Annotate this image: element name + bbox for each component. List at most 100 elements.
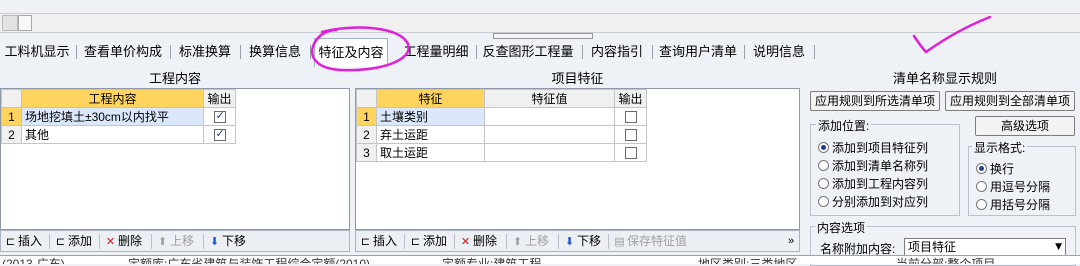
work-content-table: 工程内容 输出 1 场地挖填土±30cm以内找平 2 其他 [1,89,236,144]
item-features-toolbar: ⊏ 插入 ⊏ 添加 ✕ 删除 ⬆ 上移 ⬇ 下移 ▤ 保存特征值 » [355,230,800,252]
feature-cell[interactable]: 土壤类别 [376,107,485,126]
toolbar-overflow-chevron-icon[interactable]: » [788,232,794,251]
tab-content-guide[interactable]: 内容指引 [588,38,646,66]
tab-material-display[interactable]: 工料机显示 [2,38,72,66]
delete-button[interactable]: ✕ 删除 [103,232,142,251]
insert-button[interactable]: ⊏ 插入 [358,232,397,251]
tab-query-user-list[interactable]: 查询用户清单 [658,38,738,66]
advanced-options-button[interactable]: 高级选项 [975,116,1075,136]
table-row[interactable]: 3 取土运距 [356,143,647,162]
radio-comma-separated[interactable]: 用逗号分隔 [976,178,1050,195]
move-down-button[interactable]: ⬇ 下移 [207,232,246,251]
delete-x-icon: ✕ [105,235,116,248]
table-row[interactable]: 2 弃土运距 [356,125,647,144]
tab-standard-conversion[interactable]: 标准换算 [176,38,234,66]
item-features-title: 项目特征 [551,71,604,86]
row-number-header [1,89,22,108]
feature-cell[interactable]: 弃土运距 [376,125,485,144]
work-content-grid: 工程内容 输出 1 场地挖填土±30cm以内找平 2 其他 [0,88,350,230]
tab-bar: 工料机显示 查看单价构成 标准换算 换算信息 特征及内容 工程量明细 反查图形工… [0,38,1080,67]
apply-rule-all-button[interactable]: 应用规则到全部清单项 [945,91,1075,111]
save-feature-values-button[interactable]: ▤ 保存特征值 [612,232,687,251]
add-button[interactable]: ⊏ 添加 [408,232,447,251]
row-number: 1 [356,107,377,126]
insert-button[interactable]: ⊏ 插入 [3,232,42,251]
insert-icon: ⊏ [5,235,16,248]
radio-add-to-respective-columns[interactable]: 分别添加到对应列 [818,193,928,210]
row-number: 2 [356,125,377,144]
table-row[interactable]: 1 土壤类别 [356,107,647,126]
radio-newline[interactable]: 换行 [976,160,1014,177]
column-header-output[interactable]: 输出 [614,89,647,108]
tab-divider [582,45,583,59]
tab-divider [476,45,477,59]
status-region-type: 地区类别:三类地区 [698,257,798,264]
scroll-left-arrow-icon[interactable] [2,15,18,31]
feature-value-cell[interactable] [484,143,615,162]
work-content-title: 工程内容 [148,71,201,86]
status-standard: (2013-广东) [2,257,65,264]
feature-cell[interactable]: 取土运距 [376,143,485,162]
output-checkbox[interactable] [624,129,637,142]
output-checkbox[interactable] [213,109,226,124]
tab-conversion-info[interactable]: 换算信息 [246,38,304,66]
tab-unit-price[interactable]: 查看单价构成 [82,38,164,66]
tab-reverse-graphic-quantity[interactable]: 反查图形工程量 [482,38,574,66]
work-content-cell[interactable]: 其他 [21,125,204,144]
row-number-header [356,89,377,108]
delete-x-icon: ✕ [460,235,471,248]
dropdown-arrow-icon: ▼ [1055,242,1062,252]
output-checkbox[interactable] [624,147,637,160]
tab-divider [310,45,311,59]
work-content-cell[interactable]: 场地挖填土±30cm以内找平 [21,107,204,126]
tab-divider [170,45,171,59]
status-bar: (2013-广东) 定额库:广东省建筑与装饰工程综合定额(2010) 定额专业:… [0,255,1080,264]
move-up-button[interactable]: ⬆ 上移 [155,232,194,251]
output-checkbox[interactable] [213,127,226,142]
add-button[interactable]: ⊏ 添加 [53,232,92,251]
name-append-select[interactable]: 项目特征 ▼ [904,238,1066,256]
feature-value-cell[interactable] [484,107,615,126]
column-header-feature-value[interactable]: 特征值 [484,89,615,108]
arrow-up-icon: ⬆ [512,235,523,248]
arrow-up-icon: ⬆ [157,235,168,248]
status-quota-library: 定额库:广东省建筑与装饰工程综合定额(2010) [128,257,371,264]
insert-icon: ⊏ [360,235,371,248]
arrow-down-icon: ⬇ [209,235,220,248]
table-row[interactable]: 2 其他 [1,125,236,144]
table-row[interactable]: 1 场地挖填土±30cm以内找平 [1,107,236,126]
work-content-toolbar: ⊏ 插入 ⊏ 添加 ✕ 删除 ⬆ 上移 ⬇ 下移 [0,230,350,252]
tab-quantity-detail[interactable]: 工程量明细 [402,38,470,66]
add-icon: ⊏ [55,235,66,248]
column-header-output[interactable]: 输出 [203,89,236,108]
column-header-work-content[interactable]: 工程内容 [21,89,204,108]
tab-divider [240,45,241,59]
radio-add-to-name-column[interactable]: 添加到清单名称列 [818,157,928,174]
tab-divider [652,45,653,59]
status-current-division: 当前分部:整个项目 [896,257,996,264]
tab-description[interactable]: 说明信息 [750,38,808,66]
output-checkbox[interactable] [624,111,637,124]
horizontal-scrollbar[interactable] [0,13,1080,33]
radio-add-to-feature-column[interactable]: 添加到项目特征列 [818,139,928,156]
tab-divider [76,45,77,59]
scroll-thumb[interactable] [18,15,32,31]
status-quota-profession: 定额专业:建筑工程 [442,257,542,264]
list-name-rule-title: 清单名称显示规则 [892,71,997,86]
radio-add-to-content-column[interactable]: 添加到工程内容列 [818,175,928,192]
row-number: 2 [1,125,22,144]
row-number: 1 [1,107,22,126]
column-header-feature[interactable]: 特征 [376,89,485,108]
feature-value-cell[interactable] [484,125,615,144]
move-down-button[interactable]: ⬇ 下移 [562,232,601,251]
save-icon: ▤ [614,235,625,248]
tab-features-content[interactable]: 特征及内容 [314,38,388,67]
delete-button[interactable]: ✕ 删除 [458,232,497,251]
display-format-label: 显示格式: [972,139,1028,156]
tab-divider [814,45,815,59]
apply-rule-selected-button[interactable]: 应用规则到所选清单项 [810,91,940,111]
move-up-button[interactable]: ⬆ 上移 [510,232,549,251]
radio-bracket-separated[interactable]: 用括号分隔 [976,196,1050,213]
arrow-down-icon: ⬇ [564,235,575,248]
add-position-label: 添加位置: [816,117,872,134]
